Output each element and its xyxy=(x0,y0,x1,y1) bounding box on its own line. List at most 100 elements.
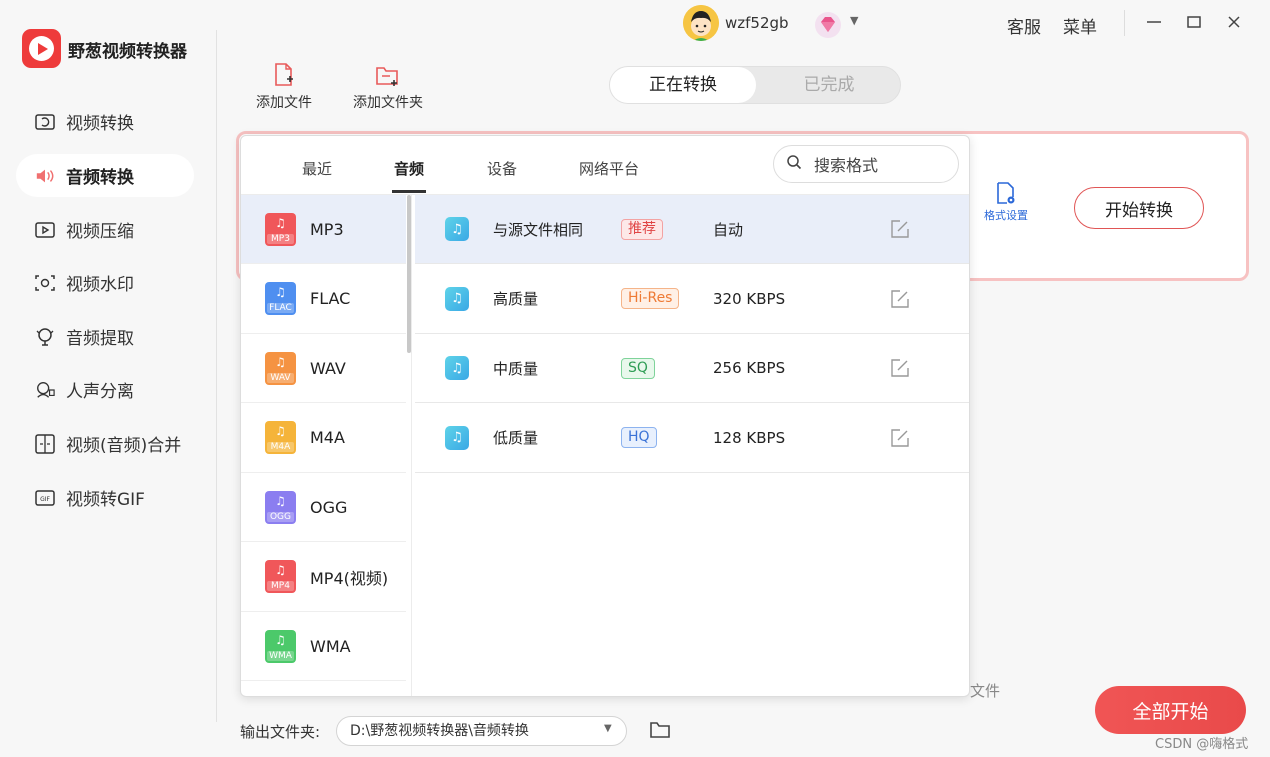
chevron-down-icon[interactable]: ▼ xyxy=(850,14,858,27)
format-name: FLAC xyxy=(310,289,351,308)
sidebar-item-label: 视频水印 xyxy=(66,275,134,295)
search-input[interactable]: 搜索格式 xyxy=(773,145,959,183)
chevron-down-icon[interactable]: ▼ xyxy=(604,723,612,734)
tab-device[interactable]: 设备 xyxy=(487,158,517,179)
active-tab-indicator xyxy=(392,190,426,193)
avatar[interactable] xyxy=(683,5,719,41)
add-file-button[interactable]: 添加文件 xyxy=(255,60,313,112)
tab-audio[interactable]: 音频 xyxy=(394,158,424,179)
format-item[interactable]: ♫ MP3 MP3 xyxy=(241,195,406,264)
sidebar-item-label: 音频提取 xyxy=(66,329,134,349)
sidebar-item-label: 音频转换 xyxy=(66,168,134,188)
sidebar-item-label: 视频压缩 xyxy=(66,222,134,242)
close-icon[interactable] xyxy=(1223,10,1245,34)
sidebar-item-audio-extract[interactable]: 音频提取 xyxy=(16,315,194,358)
customer-service-link[interactable]: 客服 xyxy=(1007,13,1041,38)
format-tag: M4A xyxy=(267,442,294,452)
sidebar-item-vocal-separation[interactable]: 人声分离 xyxy=(16,368,194,411)
quality-name: 与源文件相同 xyxy=(493,220,584,239)
add-folder-button[interactable]: 添加文件夹 xyxy=(352,60,424,112)
vip-diamond-icon[interactable] xyxy=(813,10,843,40)
format-settings-icon xyxy=(982,181,1030,205)
format-settings-label: 格式设置 xyxy=(984,209,1028,222)
format-tag: WAV xyxy=(267,372,294,383)
gif-icon: GIF xyxy=(35,488,55,508)
music-note-icon: ♫ xyxy=(275,493,286,508)
music-note-icon: ♫ xyxy=(445,286,469,311)
quality-badge: SQ xyxy=(621,357,655,379)
sidebar-divider xyxy=(216,30,217,722)
start-convert-button[interactable]: 开始转换 xyxy=(1074,187,1204,229)
format-list: ♫ MP3 MP3 ♫ FLAC FLAC ♫ WAV WAV ♫ M4A M4A ♫ OGG OGG ♫ MP… xyxy=(241,195,411,696)
audio-file-icon: ♫ WMA xyxy=(265,629,296,663)
format-item[interactable]: ♫ MP4 MP4(视频) xyxy=(241,543,406,612)
format-tag: OGG xyxy=(267,511,294,522)
audio-file-icon: ♫ OGG xyxy=(265,490,296,524)
format-name: MP4(视频) xyxy=(310,568,389,588)
maximize-icon[interactable] xyxy=(1183,10,1205,34)
format-name: M4A xyxy=(310,428,345,447)
app-title: 野葱视频转换器 xyxy=(68,42,187,62)
format-popup: 最近 音频 设备 网络平台 搜索格式 ♫ MP3 MP3 ♫ FLAC FLAC ♫ WAV W… xyxy=(240,135,970,697)
format-name: WAV xyxy=(310,358,346,378)
format-name: OGG xyxy=(310,497,348,517)
folder-icon[interactable] xyxy=(650,721,670,743)
format-item[interactable]: ♫ M4A M4A xyxy=(241,404,406,473)
audio-file-icon: ♫ FLAC xyxy=(265,282,296,315)
quality-row[interactable]: ♫ 中质量 SQ 256 KBPS xyxy=(415,334,969,403)
format-item[interactable]: ♫ WAV WAV xyxy=(241,334,406,403)
minimize-icon[interactable] xyxy=(1143,10,1165,34)
audio-file-icon: ♫ WAV xyxy=(265,351,296,385)
search-placeholder: 搜索格式 xyxy=(814,156,879,175)
bitrate-value: 128 KBPS xyxy=(713,428,786,447)
menu-button[interactable]: 菜单 xyxy=(1063,13,1097,38)
sidebar-item-video-convert[interactable]: 视频转换 xyxy=(16,100,194,143)
list-divider xyxy=(411,195,412,696)
edit-icon[interactable] xyxy=(890,289,910,313)
sidebar-item-video-compress[interactable]: 视频压缩 xyxy=(16,208,194,251)
quality-row[interactable]: ♫ 与源文件相同 推荐 自动 xyxy=(415,195,969,264)
quality-name: 中质量 xyxy=(493,359,539,378)
format-settings-button[interactable]: 格式设置 xyxy=(982,181,1030,223)
music-note-icon: ♫ xyxy=(445,425,469,450)
vocal-separation-icon xyxy=(35,380,55,400)
music-note-icon: ♫ xyxy=(275,632,286,647)
music-note-icon: ♫ xyxy=(275,563,286,577)
edit-icon[interactable] xyxy=(890,219,910,243)
format-name: WMA xyxy=(310,636,351,656)
sidebar-item-label: 人声分离 xyxy=(66,382,134,402)
format-item[interactable]: ♫ WMA WMA xyxy=(241,612,406,681)
audio-file-icon: ♫ MP3 xyxy=(265,212,296,246)
add-file-icon xyxy=(255,60,313,88)
format-item[interactable]: ♫ FLAC FLAC xyxy=(241,265,406,334)
watermark-text: CSDN @嗨格式 xyxy=(1155,737,1249,752)
audio-convert-icon xyxy=(35,166,55,186)
sidebar-item-merge[interactable]: 视频(音频)合并 xyxy=(16,422,194,465)
bitrate-value: 320 KBPS xyxy=(713,289,786,308)
edit-icon[interactable] xyxy=(890,428,910,452)
music-note-icon: ♫ xyxy=(445,356,469,380)
sidebar-item-video-watermark[interactable]: 视频水印 xyxy=(16,261,194,304)
music-note-icon: ♫ xyxy=(275,215,286,230)
edit-icon[interactable] xyxy=(890,358,910,382)
sidebar-item-audio-convert[interactable]: 音频转换 xyxy=(16,154,194,197)
output-folder-label: 输出文件夹: xyxy=(240,723,321,741)
quality-row[interactable]: ♫ 低质量 HQ 128 KBPS xyxy=(415,404,969,473)
quality-row[interactable]: ♫ 高质量 Hi-Res 320 KBPS xyxy=(415,265,969,334)
music-note-icon: ♫ xyxy=(275,424,286,438)
username[interactable]: wzf52gb xyxy=(725,14,789,32)
tab-recent[interactable]: 最近 xyxy=(302,158,332,179)
add-folder-icon xyxy=(352,60,424,88)
audio-file-icon: ♫ MP4 xyxy=(265,560,296,593)
format-tag: MP4 xyxy=(267,581,294,591)
music-note-icon: ♫ xyxy=(445,217,469,241)
output-folder-select[interactable]: D:\野葱视频转换器\音频转换 xyxy=(336,716,627,746)
tab-converting[interactable]: 正在转换 xyxy=(610,67,756,103)
status-segment: 正在转换 已完成 xyxy=(609,66,901,104)
format-item[interactable]: ♫ OGG OGG xyxy=(241,473,406,542)
audio-file-icon: ♫ M4A xyxy=(265,421,296,454)
sidebar-item-gif[interactable]: GIF 视频转GIF xyxy=(16,476,194,519)
tab-web-platform[interactable]: 网络平台 xyxy=(579,158,639,179)
tab-completed[interactable]: 已完成 xyxy=(756,67,902,103)
start-all-button[interactable]: 全部开始 xyxy=(1095,686,1246,734)
